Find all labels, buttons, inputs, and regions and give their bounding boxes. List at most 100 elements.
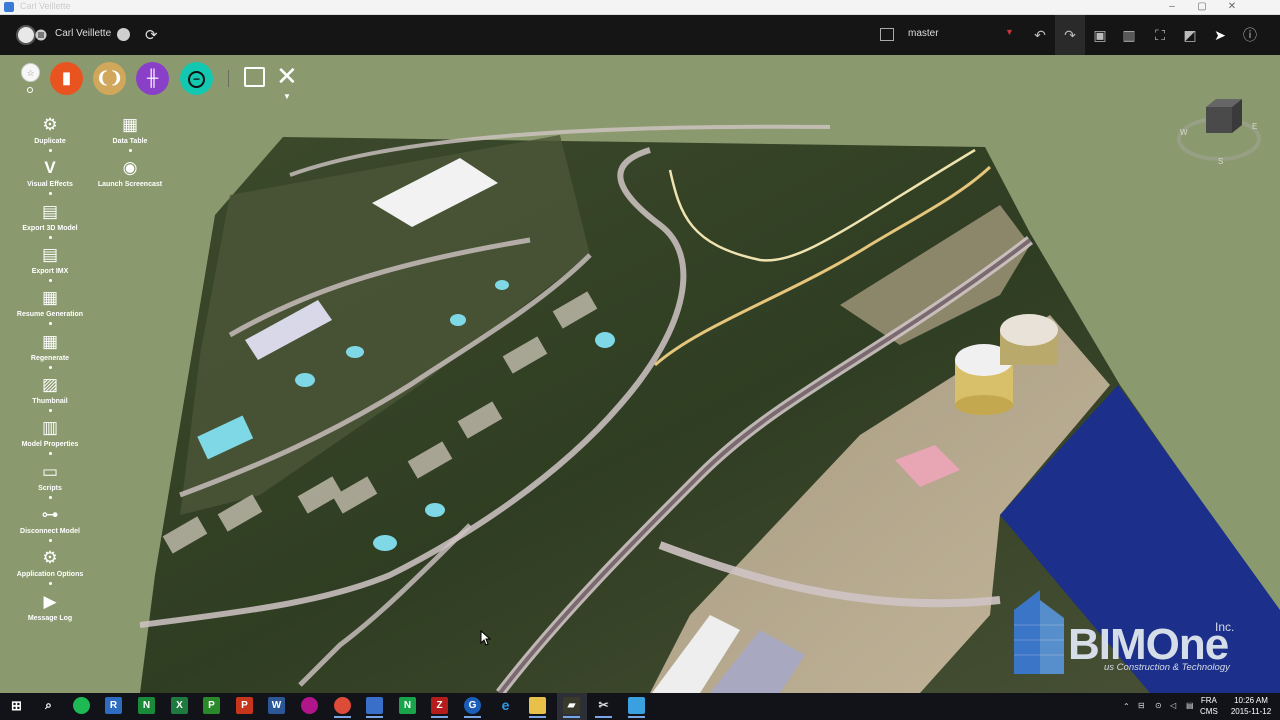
logo-suffix: Inc. [1215, 620, 1235, 634]
app-icon-n2[interactable]: N [399, 697, 416, 714]
navigation-cube[interactable]: W E S [1176, 97, 1262, 169]
tools-dropdown-icon[interactable]: ▼ [283, 92, 291, 101]
roads-tool-icon: ❨❩ [96, 70, 123, 87]
application-options-button[interactable]: ⚙ Application Options [5, 548, 95, 585]
regenerate-icon: ▦ [41, 332, 59, 351]
layers-icon[interactable]: ▣ [1088, 23, 1112, 47]
username: Carl Veillette [55, 28, 112, 39]
launch-screencast-button[interactable]: ◉ Launch Screencast [85, 158, 175, 188]
export-imx-icon: ▤ [41, 245, 59, 264]
project-icon[interactable]: P [203, 697, 220, 714]
windows-taskbar: ⊞ ⌕ R N X P P W N Z G e ▰ ✂ ⌃ ⊟ ⊙ ◁ ▤ FR… [0, 693, 1280, 720]
branch-dropdown-icon[interactable]: ▼ [1005, 27, 1014, 37]
disconnect-model-button[interactable]: ⊶ Disconnect Model [5, 505, 95, 542]
branch-icon [880, 28, 894, 41]
word-icon[interactable]: W [268, 697, 285, 714]
app-icon-n[interactable]: N [138, 697, 155, 714]
app-icon-g[interactable]: G [464, 697, 481, 718]
bridge-tool-icon: ╫ [146, 70, 159, 87]
notification-icon[interactable]: ▤ [1186, 701, 1194, 720]
tools-icon[interactable]: ✕ [276, 63, 298, 89]
terrain-tool-button[interactable]: ▮ [50, 62, 83, 95]
company-logo: BIMOne Inc. us Construction & Technology [1012, 590, 1262, 680]
system-clock[interactable]: 10:26 AM 2015-11-12 [1227, 695, 1275, 717]
screenshot-icon[interactable]: ◩ [1178, 23, 1202, 47]
bridge-tool-button[interactable]: ╫ [136, 62, 169, 95]
thumbnail-button[interactable]: ▨ Thumbnail [5, 375, 95, 412]
fullscreen-icon[interactable]: ⛶ [1148, 23, 1172, 47]
home-indicator [27, 87, 33, 93]
logo-tagline: us Construction & Technology [1104, 662, 1230, 673]
compass-west: W [1180, 128, 1188, 137]
drainage-tool-button[interactable]: − [180, 62, 213, 95]
regenerate-button[interactable]: ▦ Regenerate [5, 332, 95, 369]
app-icon-circle[interactable] [301, 697, 318, 714]
sync-icon[interactable]: ⟳ [145, 26, 158, 44]
resume-generation-button[interactable]: ▦ Resume Generation [5, 288, 95, 325]
wifi-icon[interactable]: ⊙ [1155, 701, 1162, 720]
table-icon: ▦ [121, 115, 139, 134]
network-icon[interactable]: ⊟ [1138, 701, 1145, 720]
duplicate-icon: ⚙ [42, 115, 58, 134]
compass-south: S [1218, 157, 1223, 166]
app-icon-r[interactable]: R [105, 697, 122, 714]
filezilla-icon[interactable]: Z [431, 697, 448, 718]
chrome-icon[interactable] [334, 697, 351, 718]
thumbnail-icon: ▨ [41, 375, 59, 394]
windows-start-icon[interactable]: ⊞ [8, 697, 25, 714]
window-title-bar: Carl Veillette – ▢ ✕ [0, 0, 1280, 15]
maximize-button[interactable]: ▢ [1188, 0, 1216, 14]
logo-building-icon [1014, 590, 1064, 674]
toolbar-divider [228, 70, 229, 87]
language-indicator[interactable]: FRA CMS [1200, 695, 1218, 717]
file-explorer-icon[interactable] [529, 697, 546, 718]
resume-generation-icon: ▦ [41, 288, 59, 307]
visual-effects-icon: V [44, 158, 56, 177]
search-icon[interactable]: ⌕ [40, 697, 57, 714]
spotify-icon[interactable] [73, 697, 90, 714]
home-button[interactable]: ☆ [21, 63, 40, 82]
panel-icon[interactable]: ▥ [1117, 23, 1141, 47]
select-cursor-icon[interactable]: ➤ [1208, 23, 1232, 47]
scripts-button[interactable]: ▭ Scripts [5, 462, 95, 499]
top-bar: Carl Veillette ⟳ master ▼ ↶ ↷ ▣ ▥ ⛶ ◩ ➤ … [0, 15, 1280, 55]
menu-icon[interactable] [35, 29, 47, 41]
tray-chevron-icon[interactable]: ⌃ [1123, 702, 1130, 720]
infraworks-icon[interactable]: ▰ [563, 697, 580, 718]
export-3d-button[interactable]: ▤ Export 3D Model [5, 202, 95, 239]
edge-icon[interactable]: e [497, 697, 514, 714]
model-properties-button[interactable]: ▥ Model Properties [5, 418, 95, 455]
model-properties-icon: ▥ [41, 418, 59, 437]
app-icon-blue[interactable] [366, 697, 383, 718]
powerpoint-icon[interactable]: P [236, 697, 253, 714]
gear-icon: ⚙ [42, 548, 58, 567]
branch-selector[interactable]: master [908, 28, 939, 39]
app-icon-tools[interactable]: ✂ [595, 697, 612, 718]
data-table-button[interactable]: ▦ Data Table [85, 115, 175, 152]
message-log-button[interactable]: ▶ Message Log [5, 592, 95, 622]
window-title: Carl Veillette [20, 1, 71, 11]
user-avatar[interactable] [16, 25, 36, 45]
app-icon [4, 2, 14, 12]
visual-effects-button[interactable]: V Visual Effects [5, 158, 95, 195]
export-imx-button[interactable]: ▤ Export IMX [5, 245, 95, 282]
terrain-tool-icon: ▮ [62, 70, 71, 87]
excel-icon[interactable]: X [171, 697, 188, 714]
help-icon[interactable]: ⓘ [1238, 23, 1262, 47]
compass-east: E [1252, 122, 1257, 131]
roads-tool-button[interactable]: ❨❩ [93, 62, 126, 95]
export-3d-icon: ▤ [41, 202, 59, 221]
app-icon-square[interactable] [628, 697, 645, 718]
duplicate-button[interactable]: ⚙ Duplicate [5, 115, 95, 152]
drainage-tool-icon: − [188, 71, 205, 88]
close-button[interactable]: ✕ [1218, 0, 1246, 14]
volume-icon[interactable]: ◁ [1170, 701, 1176, 720]
undo-icon[interactable]: ↶ [1028, 23, 1052, 47]
scripts-icon: ▭ [41, 462, 59, 481]
status-indicator [117, 28, 130, 41]
presentation-icon[interactable] [244, 67, 265, 87]
play-icon: ▶ [43, 592, 57, 611]
redo-icon[interactable]: ↷ [1055, 15, 1085, 55]
minimize-button[interactable]: – [1158, 0, 1186, 14]
record-icon: ◉ [122, 158, 138, 177]
